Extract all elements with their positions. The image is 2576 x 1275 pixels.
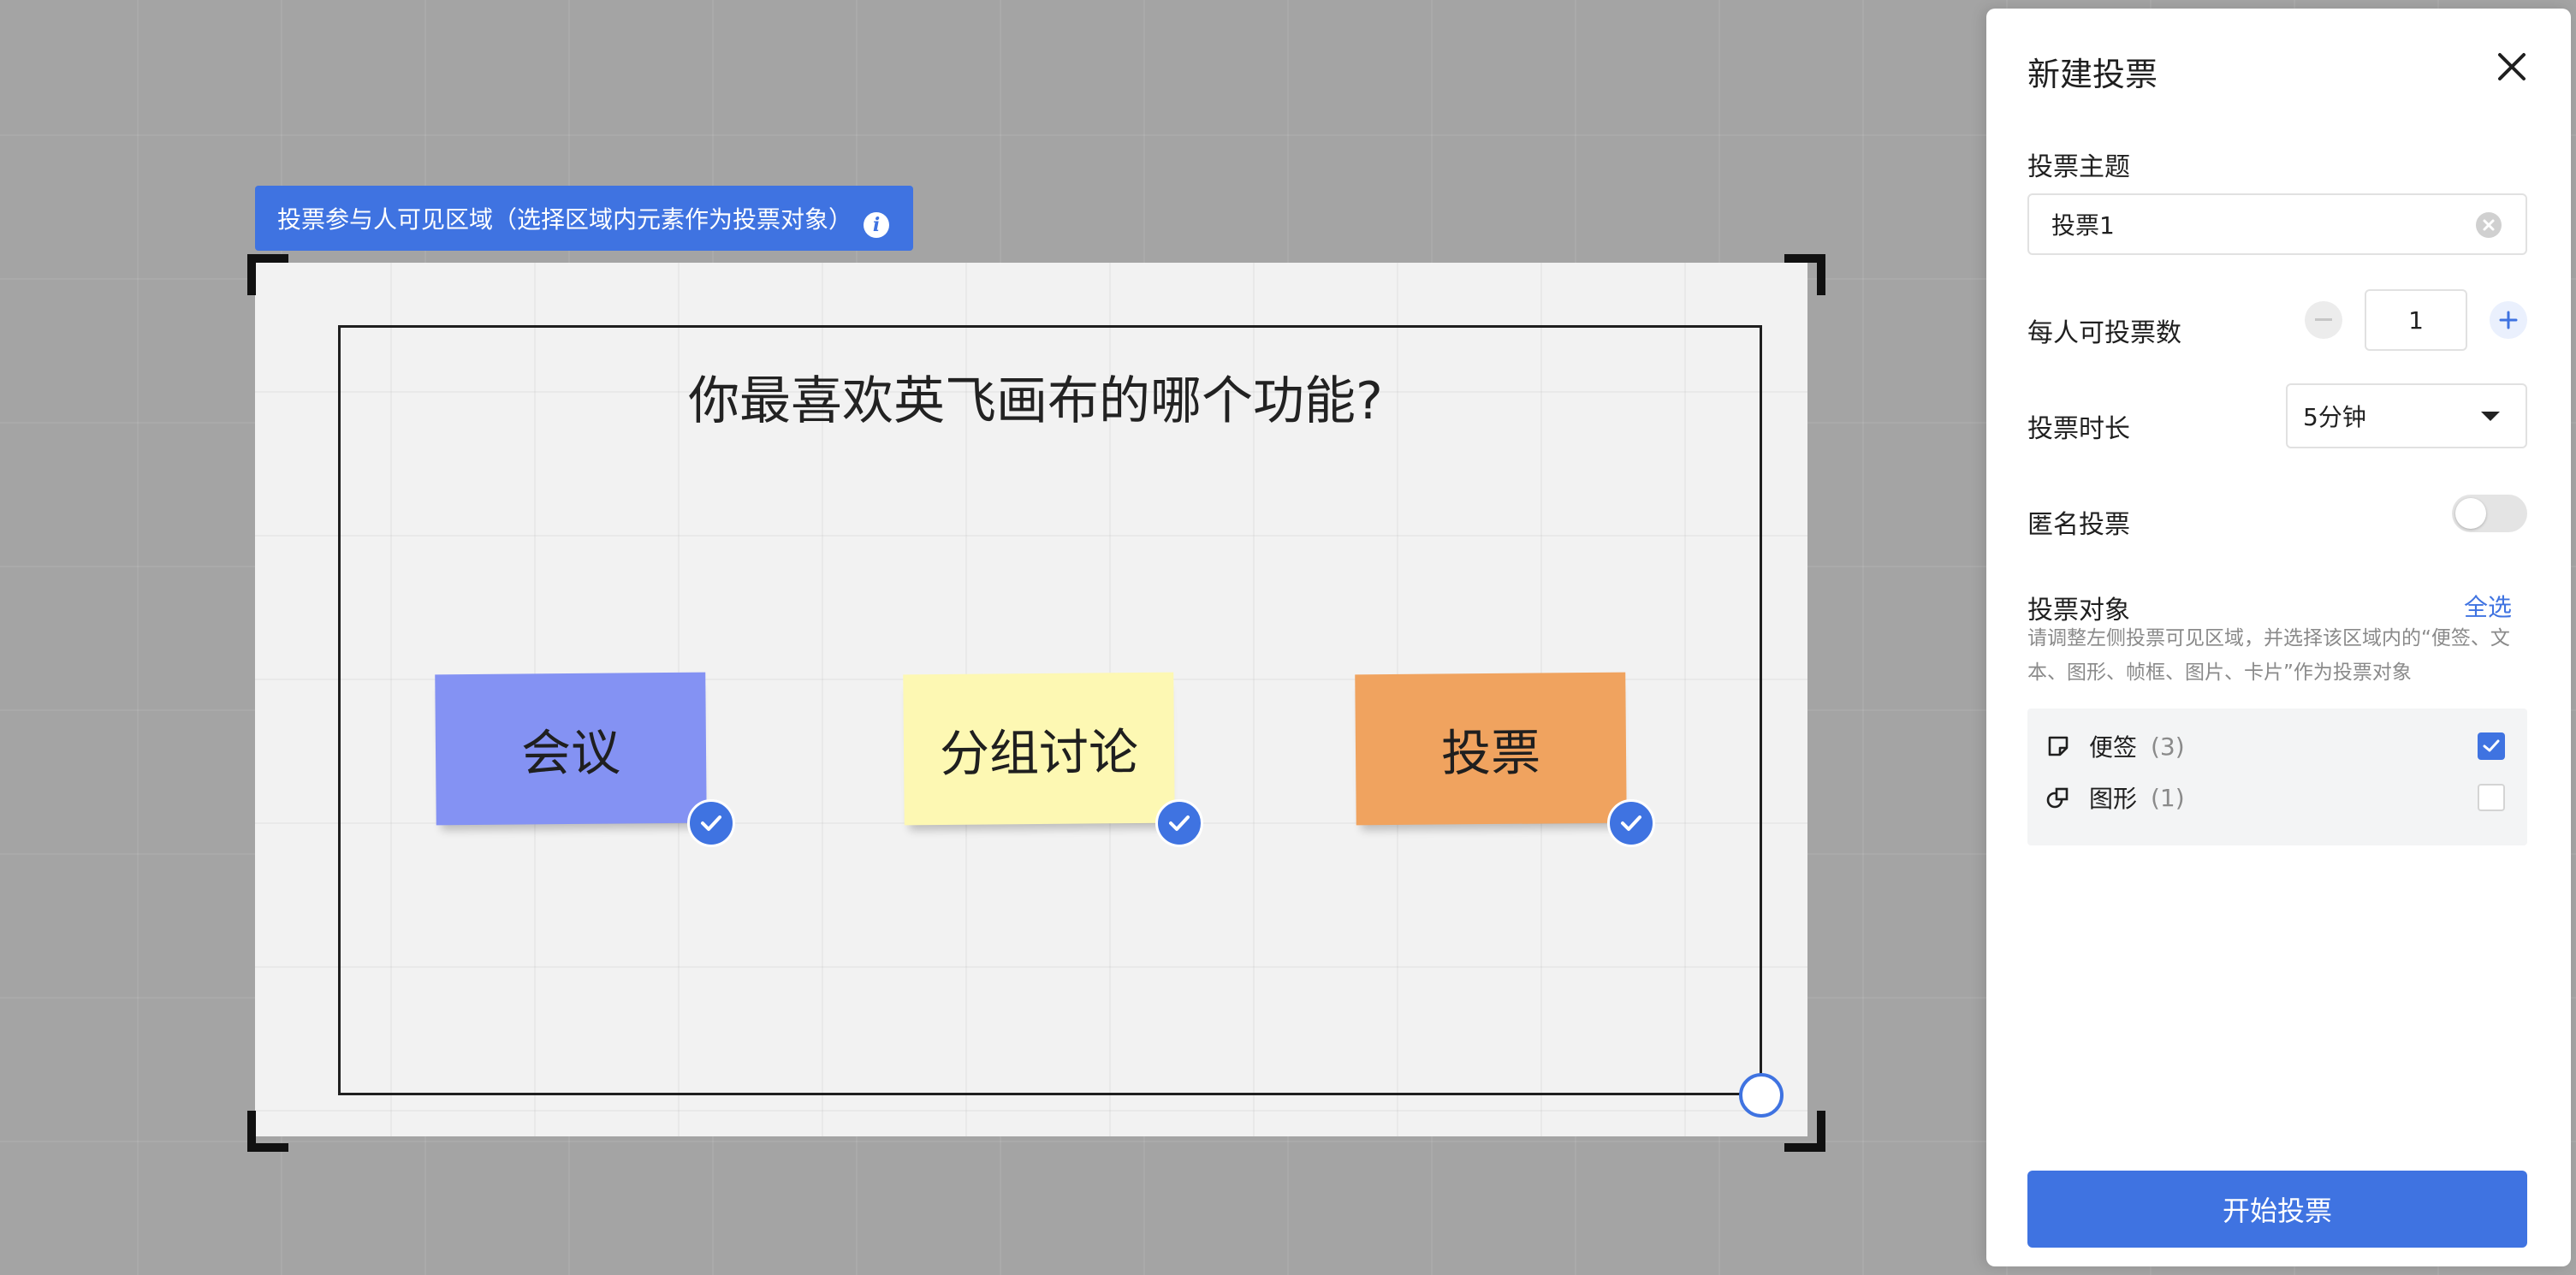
increment-button[interactable]	[2490, 301, 2527, 339]
start-vote-button[interactable]: 开始投票	[2027, 1171, 2527, 1248]
target-type-count: (1)	[2151, 783, 2185, 812]
shape-icon	[2046, 786, 2070, 809]
votes-per-person-label: 每人可投票数	[2027, 318, 2181, 348]
target-type-name: 便签	[2089, 733, 2138, 762]
selected-check-icon[interactable]	[1155, 799, 1203, 847]
selected-check-icon[interactable]	[687, 799, 735, 847]
decrement-button[interactable]	[2305, 301, 2342, 339]
selected-check-icon[interactable]	[1607, 799, 1655, 847]
sticky-note-checkbox[interactable]	[2478, 732, 2505, 760]
voting-region-tag: 投票参与人可见区域（选择区域内元素作为投票对象） i	[255, 186, 913, 251]
votes-per-person-input[interactable]: 1	[2365, 289, 2467, 351]
region-resize-handle-bottom-right[interactable]	[1784, 1111, 1825, 1152]
info-icon[interactable]: i	[864, 212, 889, 238]
anonymous-vote-toggle[interactable]	[2452, 495, 2527, 532]
anonymous-vote-label: 匿名投票	[2027, 510, 2130, 540]
target-type-name: 图形	[2089, 785, 2138, 813]
voting-region-tag-label: 投票参与人可见区域（选择区域内元素作为投票对象）	[277, 205, 853, 234]
clear-input-icon[interactable]	[2476, 212, 2502, 238]
region-resize-handle-bottom-left[interactable]	[247, 1111, 288, 1152]
frame-resize-handle[interactable]	[1739, 1073, 1784, 1118]
sticky-note-label: 会议	[520, 723, 621, 783]
vote-target-type-list: 便签 (3) 图形 (1)	[2027, 709, 2527, 845]
vote-topic-label: 投票主题	[2027, 152, 2130, 182]
sticky-note-voting[interactable]: 投票	[1355, 672, 1627, 826]
vote-duration-value: 5分钟	[2303, 403, 2366, 431]
vote-duration-select[interactable]: 5分钟	[2286, 383, 2527, 448]
toggle-knob	[2455, 498, 2486, 529]
vote-targets-hint: 请调整左侧投票可见区域，并选择该区域内的“便签、文本、图形、帧框、图片、卡片”作…	[2027, 627, 2510, 684]
chevron-down-icon	[2481, 412, 2500, 421]
sticky-note-breakout[interactable]: 分组讨论	[903, 672, 1175, 826]
close-icon[interactable]	[2488, 43, 2536, 91]
region-resize-handle-top-right[interactable]	[1784, 254, 1825, 295]
target-type-count: (3)	[2151, 732, 2185, 761]
new-vote-panel: 新建投票 投票主题 每人可投票数 1 投票时长 5分钟 匿名投票 投票对象 全选…	[1986, 9, 2571, 1266]
sticky-note-label: 分组讨论	[939, 722, 1139, 784]
panel-title: 新建投票	[2027, 56, 2158, 93]
frame-title: 你最喜欢英飞画布的哪个功能?	[688, 371, 1383, 431]
sticky-note-label: 投票	[1440, 723, 1541, 783]
vote-duration-label: 投票时长	[2027, 414, 2130, 444]
shape-checkbox[interactable]	[2478, 784, 2505, 811]
sticky-note-icon	[2046, 734, 2070, 758]
target-type-row-sticky-note[interactable]: 便签 (3)	[2027, 721, 2527, 772]
sticky-note-meeting[interactable]: 会议	[435, 672, 707, 826]
select-all-link[interactable]: 全选	[2464, 589, 2512, 623]
vote-topic-input[interactable]	[2027, 193, 2527, 255]
target-type-row-shape[interactable]: 图形 (1)	[2027, 772, 2527, 823]
region-resize-handle-top-left[interactable]	[247, 254, 288, 295]
